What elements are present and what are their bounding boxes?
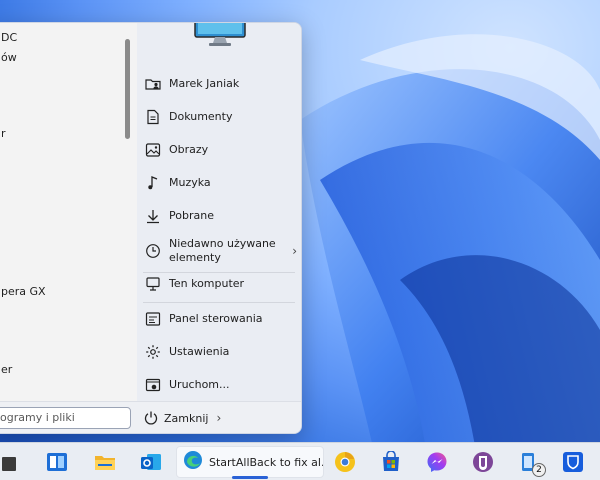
power-icon <box>143 410 159 426</box>
program-item[interactable]: r <box>1 127 6 140</box>
chevron-right-icon[interactable]: › <box>216 411 221 425</box>
program-item[interactable]: ów <box>1 51 17 64</box>
start-menu-places-pane: Marek Janiak Dokumenty Obrazy Muzyka Pob… <box>137 23 301 401</box>
window-count-badge: 2 <box>532 463 546 477</box>
start-menu-programs-pane: DC ów r pera GX er <box>0 23 137 401</box>
task-view-icon[interactable] <box>46 451 68 473</box>
places-item-label: Pobrane <box>169 209 214 222</box>
start-menu-bottom-bar: ogramy i pliki Zamknij › <box>0 401 301 433</box>
places-item-label: Dokumenty <box>169 110 233 123</box>
places-item-label: Ten komputer <box>169 277 245 290</box>
document-icon <box>145 109 161 125</box>
places-item-label: Muzyka <box>169 176 211 189</box>
places-item-label: Marek Janiak <box>169 77 240 90</box>
places-item-downloads[interactable]: Pobrane <box>137 201 301 231</box>
shutdown-label: Zamknij <box>164 411 209 425</box>
places-item-label: Ustawienia <box>169 345 230 358</box>
places-item-music[interactable]: Muzyka <box>137 168 301 198</box>
run-icon <box>145 377 161 393</box>
music-icon <box>145 175 161 191</box>
image-icon <box>145 142 161 158</box>
chevron-right-icon: › <box>292 244 297 258</box>
places-item-label: Panel sterowania <box>169 312 263 325</box>
places-item-documents[interactable]: Dokumenty <box>137 102 301 132</box>
tor-browser-icon[interactable] <box>472 451 494 473</box>
shutdown-button[interactable]: Zamknij › <box>143 407 221 429</box>
download-icon <box>145 208 161 224</box>
messenger-icon[interactable] <box>426 451 448 473</box>
start-button-icon[interactable] <box>2 451 24 473</box>
places-item-control-panel[interactable]: Panel sterowania <box>137 304 301 334</box>
search-input[interactable]: ogramy i pliki <box>0 407 131 429</box>
places-item-label: Uruchom... <box>169 378 230 391</box>
places-separator <box>143 302 295 303</box>
active-app-indicator <box>232 476 268 479</box>
places-item-pictures[interactable]: Obrazy <box>137 135 301 165</box>
program-item[interactable]: DC <box>1 31 17 44</box>
places-item-this-pc[interactable]: Ten komputer <box>137 269 301 299</box>
places-item-recent[interactable]: Niedawno używane elementy › <box>137 234 301 268</box>
settings-icon <box>145 344 161 360</box>
places-item-user-folder[interactable]: Marek Janiak <box>137 69 301 99</box>
computer-icon <box>145 276 161 292</box>
program-item[interactable]: pera GX <box>1 285 46 298</box>
taskbar-app-label: StartAllBack to fix al... <box>209 455 323 469</box>
program-item[interactable]: er <box>1 363 12 376</box>
places-item-label: Niedawno używane elementy <box>169 237 276 265</box>
places-item-label-line2: elementy <box>169 251 221 264</box>
edge-icon <box>183 450 203 474</box>
user-folder-icon <box>145 76 161 92</box>
programs-scrollbar[interactable] <box>125 39 130 139</box>
control-panel-icon <box>145 311 161 327</box>
taskbar: StartAllBack to fix al... 2 <box>0 442 600 480</box>
bitwarden-icon[interactable] <box>562 451 584 473</box>
microsoft-store-icon[interactable] <box>380 450 402 473</box>
taskbar-app-edge[interactable]: StartAllBack to fix al... <box>176 446 324 478</box>
file-explorer-icon[interactable] <box>94 451 116 473</box>
chrome-canary-icon[interactable] <box>334 451 356 473</box>
clock-icon <box>145 243 161 259</box>
places-item-label-line1: Niedawno używane <box>169 237 276 250</box>
start-menu: DC ów r pera GX er Marek Janiak Dokument… <box>0 22 302 434</box>
places-item-label: Obrazy <box>169 143 209 156</box>
places-item-settings[interactable]: Ustawienia <box>137 337 301 367</box>
outlook-icon[interactable] <box>140 451 162 473</box>
places-item-run[interactable]: Uruchom... <box>137 370 301 400</box>
monitor-icon <box>193 23 247 47</box>
